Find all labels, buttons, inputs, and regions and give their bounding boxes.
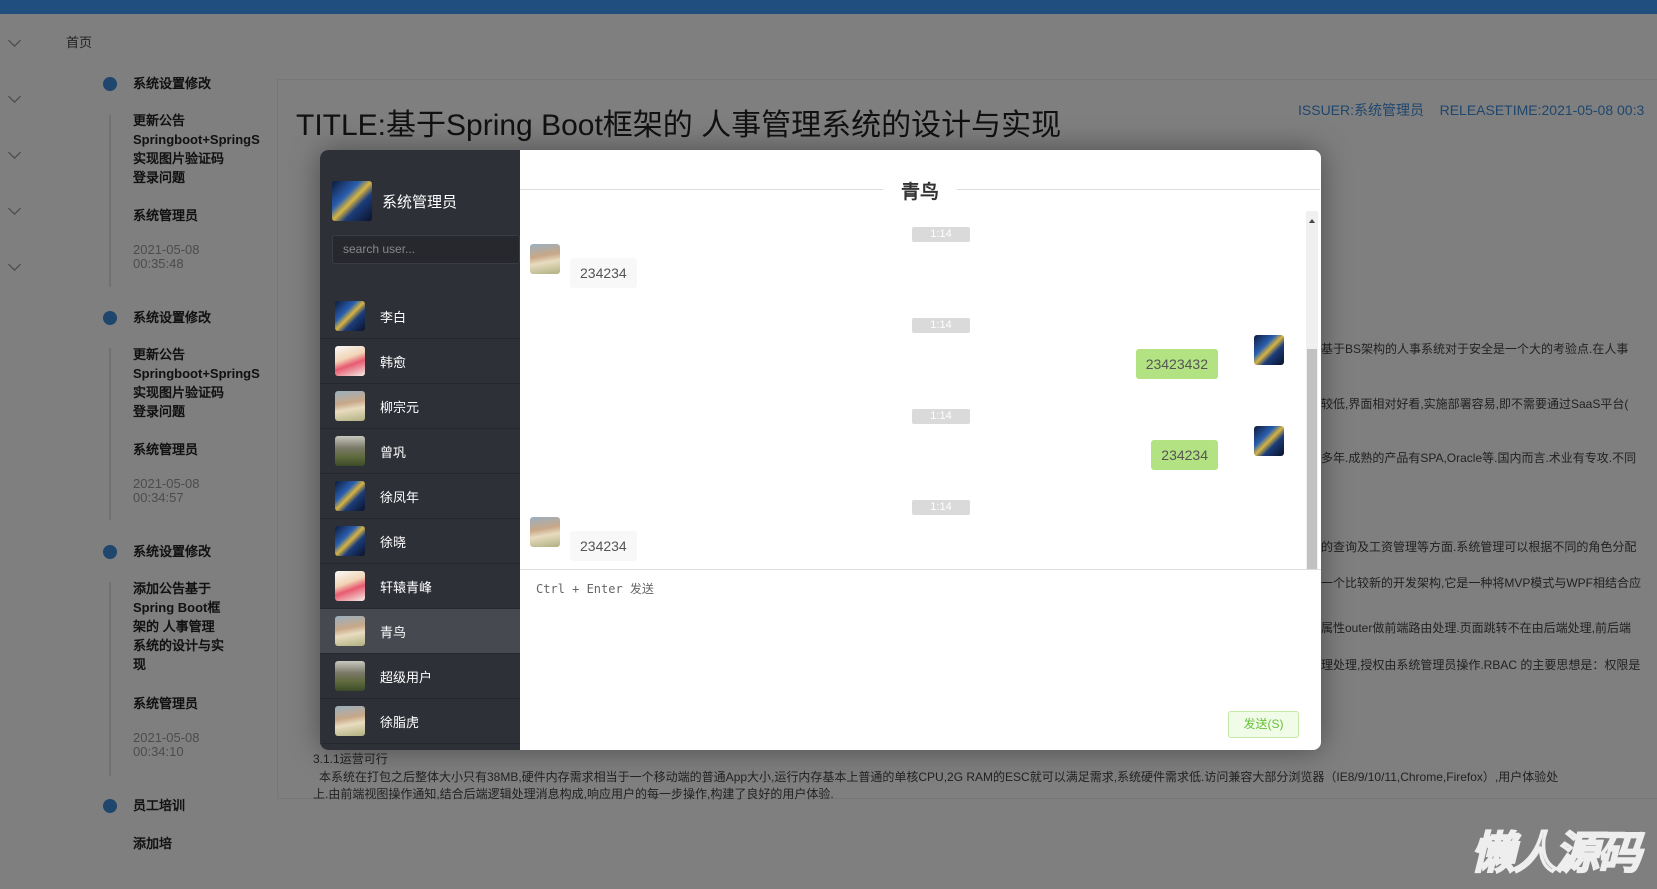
contact-item[interactable]: 徐脂虎 [320,699,520,744]
contact-name: 韩愈 [380,354,407,370]
contact-item[interactable]: 轩辕青峰 [320,564,520,609]
chat-sidebar: 系统管理员 search user... 李白韩愈柳宗元曾巩徐凤年徐晓轩辕青峰青… [320,150,520,750]
message-time: 1:14 [912,500,970,515]
search-user-input[interactable]: search user... [332,235,520,264]
message-time: 1:14 [912,409,970,424]
contact-avatar [335,301,365,331]
contact-avatar [335,706,365,736]
contact-item[interactable]: 徐晓 [320,519,520,564]
chat-dialog: 系统管理员 search user... 李白 韩愈 柳宗元 曾巩 徐凤年 徐晓 轩辕青峰青… [320,150,1321,750]
chat-title: 青鸟 [520,177,1320,203]
chat-partner-name: 青鸟 [882,182,957,203]
message-bubble-received: 234234 [570,531,637,561]
message-input[interactable]: Ctrl + Enter 发送 发送(S) [520,569,1321,750]
current-user-name: 系统管理员 [382,193,458,211]
send-button[interactable]: 发送(S) [1228,711,1299,738]
contact-name: 徐晓 [380,534,407,550]
contact-avatar [335,616,365,646]
user-avatar [332,181,372,221]
scroll-up-arrow-icon[interactable] [1309,219,1315,223]
scrollbar-thumb[interactable] [1307,349,1317,569]
message-bubble-received: 234234 [570,258,637,288]
message-bubble-sent: 23423432 [1135,349,1218,379]
message-time: 1:14 [912,318,970,333]
contact-name: 柳宗元 [380,399,420,415]
contact-avatar [335,346,365,376]
contact-name: 徐凤年 [380,489,420,505]
contact-item[interactable]: 曾巩 [320,429,520,474]
contact-avatar [335,481,365,511]
input-hint: Ctrl + Enter 发送 [536,582,654,596]
contact-avatar [335,436,365,466]
message-bubble-sent: 234234 [1151,440,1218,470]
contact-name: 轩辕青峰 [380,579,433,595]
contact-avatar [335,571,365,601]
contact-item[interactable]: 韩愈 [320,339,520,384]
partner-avatar [530,517,560,547]
contact-item[interactable]: 徐凤年 [320,474,520,519]
contact-item[interactable]: 柳宗元 [320,384,520,429]
contact-item[interactable]: 李白 [320,294,520,339]
contact-name: 徐脂虎 [380,714,420,730]
watermark-logo: 懒人源码 [1470,828,1642,879]
contact-name: 曾巩 [380,444,407,460]
contact-name: 李白 [380,309,407,325]
message-list: 1:14 234234 1:14 23423432 1:14 234234 1:… [520,211,1306,569]
contact-avatar [335,526,365,556]
partner-avatar [530,244,560,274]
my-avatar [1254,426,1284,456]
contact-item[interactable]: 超级用户 [320,654,520,699]
contact-avatar [335,661,365,691]
contact-item[interactable]: 青鸟 [320,609,520,654]
my-avatar [1254,335,1284,365]
contact-list: 李白韩愈柳宗元曾巩徐凤年徐晓轩辕青峰青鸟超级用户徐脂虎 [320,294,520,744]
current-user: 系统管理员 [332,181,457,221]
contact-name: 超级用户 [380,669,433,685]
message-time: 1:14 [912,227,970,242]
contact-avatar [335,391,365,421]
message-scrollbar[interactable] [1306,211,1318,569]
contact-name: 青鸟 [380,624,407,640]
